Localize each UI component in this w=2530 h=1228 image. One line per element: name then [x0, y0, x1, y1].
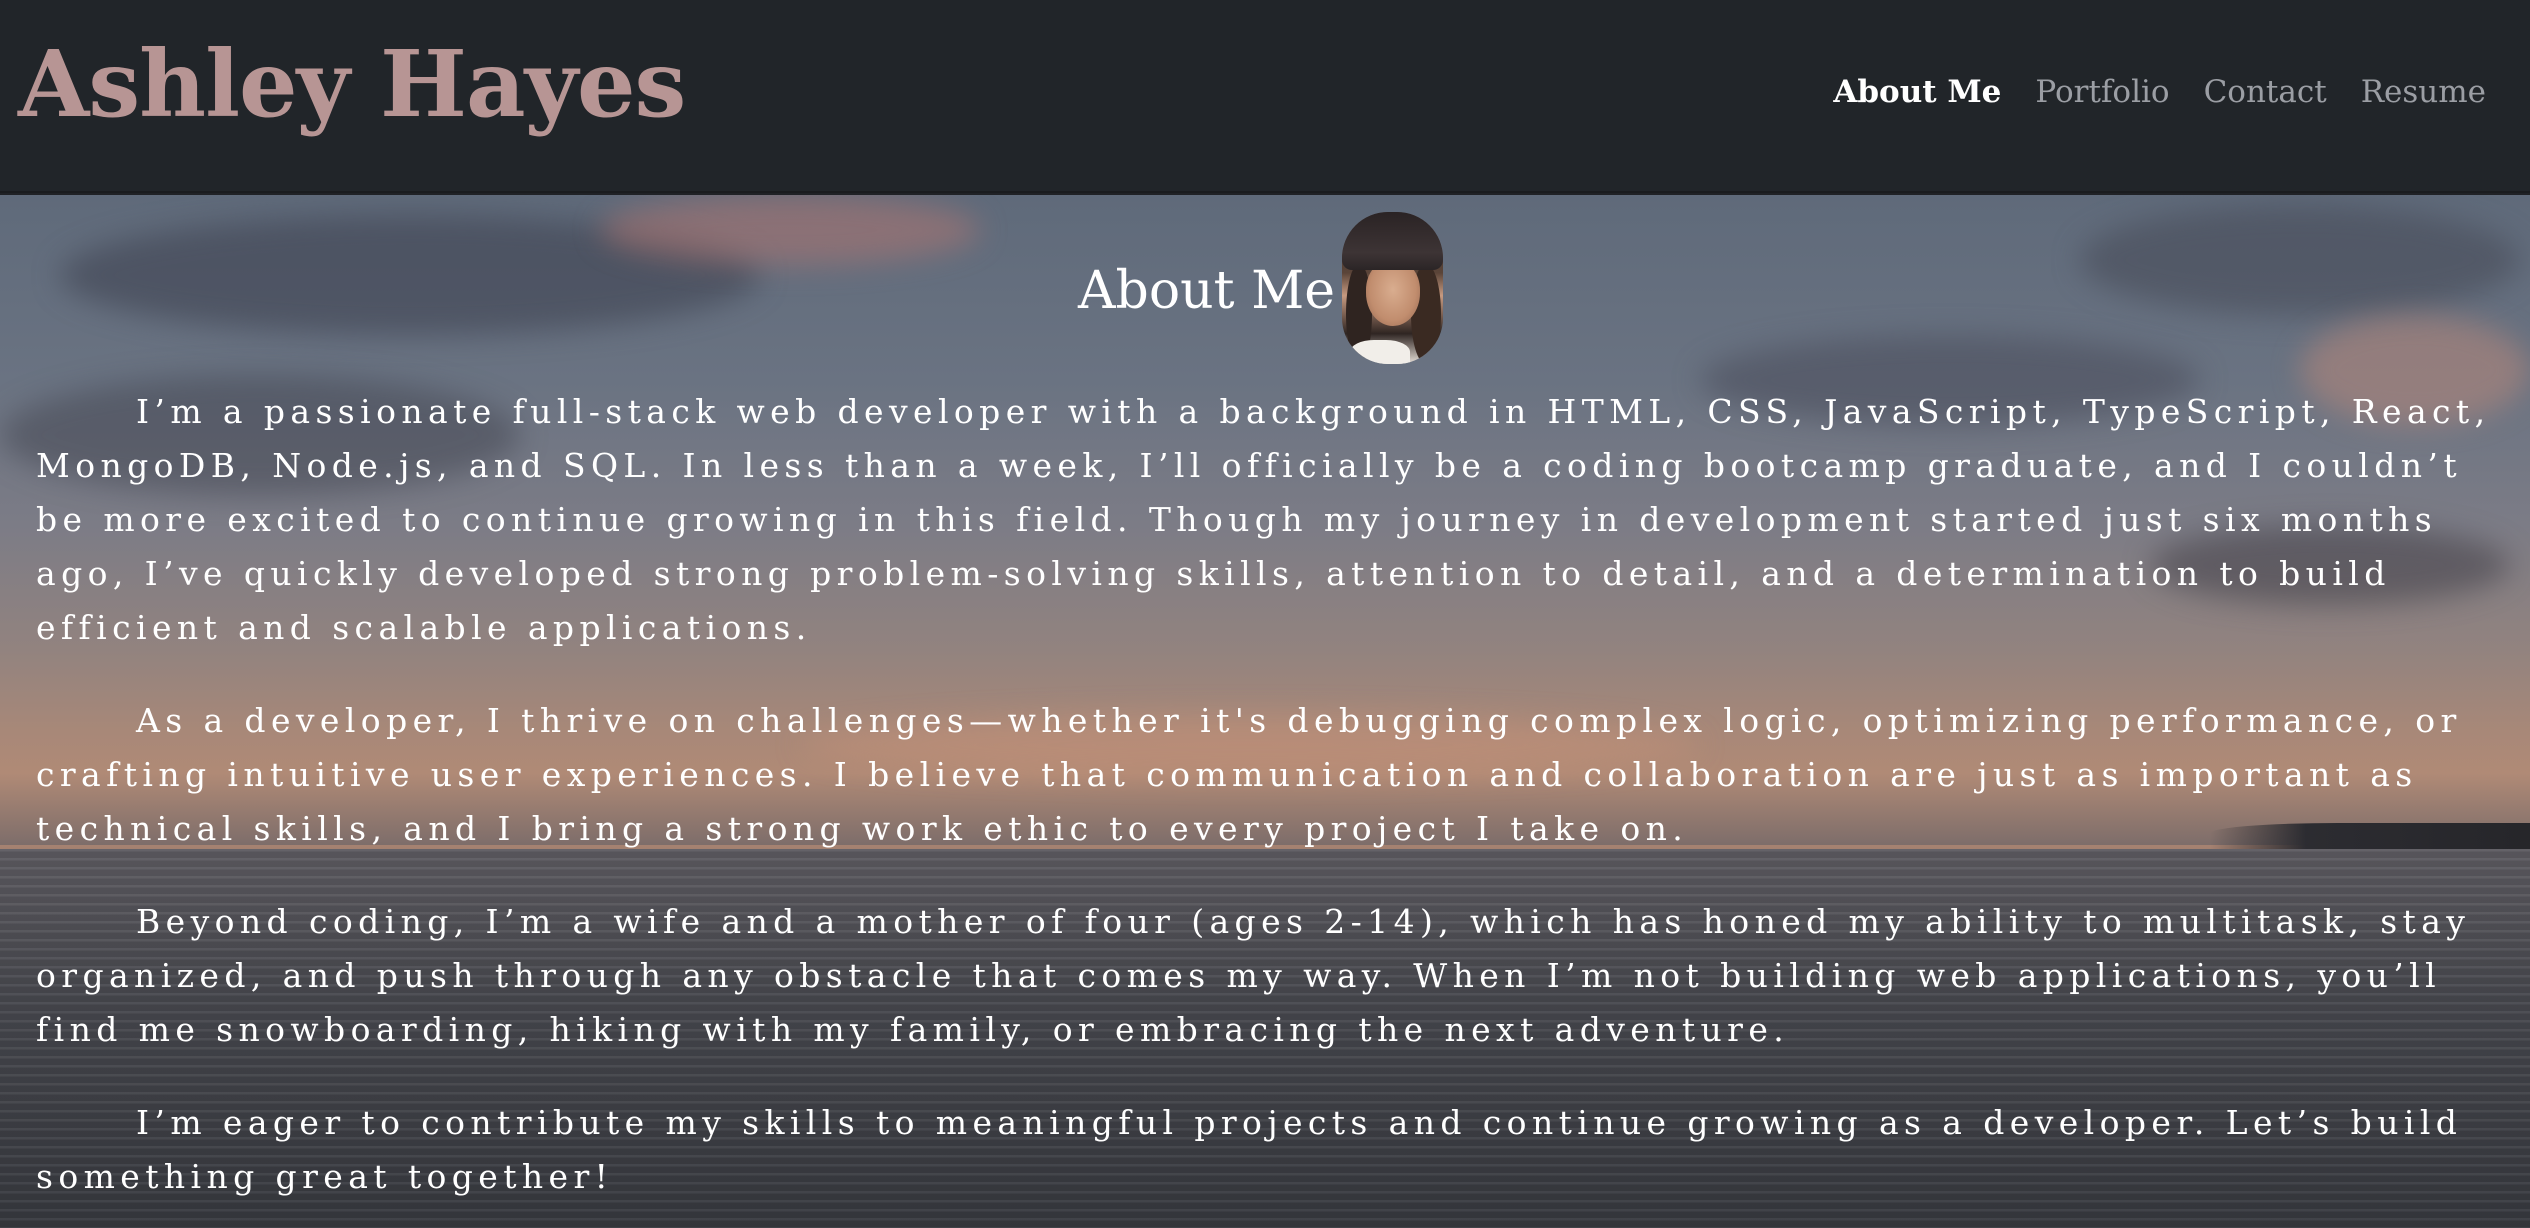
- about-paragraph: As a developer, I thrive on challenges—w…: [36, 701, 2462, 848]
- nav-link-contact[interactable]: Contact: [2204, 74, 2327, 110]
- about-paragraph: I’m a passionate full-stack web develope…: [36, 392, 2491, 647]
- avatar-beanie: [1342, 212, 1443, 270]
- avatar-shirt: [1350, 340, 1410, 364]
- profile-photo: [1342, 212, 1443, 364]
- about-paragraph: Beyond coding, I’m a wife and a mother o…: [36, 902, 2471, 1049]
- about-title: About Me: [1078, 261, 1336, 321]
- about-text: I’m a passionate full-stack web develope…: [36, 385, 2502, 1228]
- site-brand-name[interactable]: Ashley Hayes: [18, 33, 686, 135]
- about-heading-row: About Me: [0, 212, 2530, 368]
- about-paragraph: I’m eager to contribute my skills to mea…: [36, 1103, 2463, 1196]
- nav-link-resume[interactable]: Resume: [2361, 74, 2486, 110]
- main-nav: About Me Portfolio Contact Resume: [1833, 74, 2486, 110]
- about-section: About Me I’m a passionate full-stack web…: [0, 195, 2530, 1228]
- site-header: Ashley Hayes About Me Portfolio Contact …: [0, 0, 2530, 193]
- nav-link-portfolio[interactable]: Portfolio: [2035, 74, 2169, 110]
- nav-link-about-me[interactable]: About Me: [1833, 74, 2001, 110]
